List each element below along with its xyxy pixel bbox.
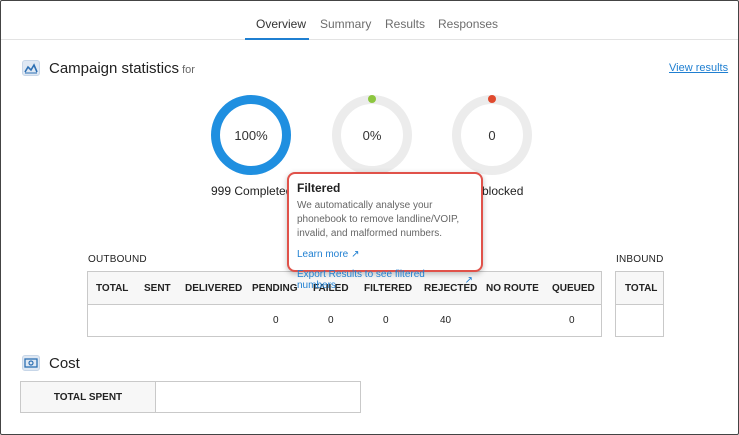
header-delivered: DELIVERED	[185, 283, 243, 294]
blocked-count: 0	[488, 127, 496, 143]
header-total: TOTAL	[96, 283, 129, 294]
inbound-header-total: TOTAL	[625, 283, 658, 294]
header-sent: SENT	[144, 283, 171, 294]
tab-overview[interactable]: Overview	[256, 17, 306, 31]
chart-icon	[22, 60, 40, 76]
value-queued: 0	[569, 315, 575, 326]
tooltip-title: Filtered	[297, 181, 341, 195]
tab-bar: Overview Summary Results Responses	[0, 0, 739, 40]
header-queued: QUEUED	[552, 283, 595, 294]
outbound-label: OUTBOUND	[88, 254, 147, 265]
header-pending: PENDING	[252, 283, 298, 294]
section-title-text: Campaign statistics	[49, 60, 180, 77]
view-results-link[interactable]: View results	[669, 62, 728, 74]
completed-percentage: 100%	[234, 127, 268, 143]
secondary-ring: 0%	[332, 95, 412, 175]
total-spent-box: TOTAL SPENT	[20, 381, 361, 413]
money-icon	[22, 355, 40, 371]
red-status-dot	[488, 95, 496, 103]
export-results-text: Export Results to see filtered numbers	[297, 269, 425, 291]
inbound-label: INBOUND	[616, 254, 664, 265]
header-no-route: NO ROUTE	[486, 283, 539, 294]
export-results-link[interactable]: Export Results to see filtered numbers ↗	[297, 269, 473, 291]
value-rejected: 40	[440, 315, 452, 326]
active-tab-indicator	[245, 38, 309, 40]
filtered-tooltip: Filtered We automatically analyse your p…	[287, 172, 483, 291]
external-link-icon: ↗	[351, 249, 360, 260]
campaign-statistics-title: Campaign statistics for	[49, 60, 195, 77]
tooltip-body-line: phonebook to remove landline/VOIP,	[297, 214, 460, 225]
inbound-table: TOTAL	[615, 271, 664, 337]
value-failed: 0	[328, 315, 334, 326]
tooltip-body-line: invalid, and malformed numbers.	[297, 228, 443, 239]
external-link-icon: ↗	[464, 274, 473, 286]
for-text: for	[182, 64, 195, 76]
completed-ring: 100%	[211, 95, 291, 175]
tab-results[interactable]: Results	[385, 17, 425, 31]
tooltip-body-line: We automatically analyse your	[297, 200, 433, 211]
green-status-dot	[368, 95, 376, 103]
tab-summary[interactable]: Summary	[320, 17, 371, 31]
blocked-ring: 0	[452, 95, 532, 175]
learn-more-link[interactable]: Learn more ↗	[297, 249, 360, 260]
total-spent-label: TOTAL SPENT	[21, 382, 156, 412]
completed-label: 999 Completed	[211, 184, 293, 198]
tab-responses[interactable]: Responses	[438, 17, 498, 31]
secondary-percentage: 0%	[362, 127, 382, 143]
value-filtered: 0	[383, 315, 389, 326]
blocked-label: blocked	[482, 184, 524, 198]
value-pending: 0	[273, 315, 279, 326]
cost-title: Cost	[49, 355, 80, 372]
tooltip-body: We automatically analyse your phonebook …	[297, 199, 473, 241]
learn-more-text: Learn more	[297, 249, 349, 260]
